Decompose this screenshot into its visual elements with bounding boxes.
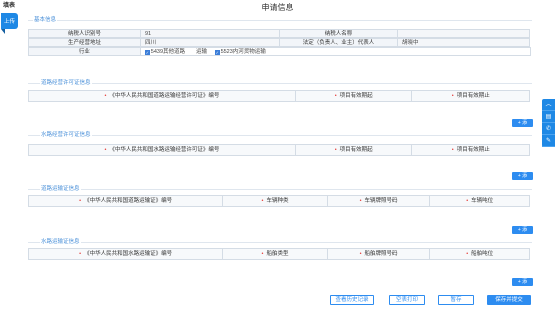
add-water-transport-button[interactable]: + 添 — [512, 278, 533, 286]
legal-rep-field[interactable]: 胡晓中 — [397, 38, 530, 47]
column-header: • 《中华人民共和国水路运输证》编号 — [29, 249, 224, 259]
document-icon[interactable]: ▤ — [542, 111, 555, 123]
section-divider — [28, 83, 532, 84]
save-draft-button[interactable]: 暂存 — [438, 295, 474, 305]
column-header: • 车辆吨位 — [466, 198, 494, 204]
road-transport-grid-header: • 《中华人民共和国道路运输证》编号 • 车辆种类 • 车辆牌照号码 • 车辆吨位 — [28, 195, 530, 207]
column-header: • 项目有效期止 — [451, 147, 490, 153]
column-header: • 项目有效期起 — [296, 91, 413, 101]
column-header: • 车辆牌照号码 — [328, 196, 431, 206]
section-title-water-transport: 水路运输证信息 — [40, 237, 81, 245]
taxpayer-name-field[interactable] — [397, 29, 530, 38]
water-transport-grid-header: • 《中华人民共和国水路运输证》编号 • 船舶类型 • 船舶牌照号码 • 船舶吨位 — [28, 248, 530, 260]
basic-row-2: 生产经营地址 四川 法定（负责人、业主）代表人 胡晓中 — [28, 38, 530, 47]
industry-label: 行业 — [28, 47, 141, 56]
column-header: • 《中华人民共和国道路运输证》编号 — [29, 196, 224, 206]
address-label: 生产经营地址 — [28, 38, 141, 47]
side-toolbar: ︿ ▤ ✆ ✎ — [542, 99, 555, 147]
add-road-transport-button[interactable]: + 添 — [512, 226, 533, 234]
section-divider — [28, 135, 532, 136]
column-header: • 项目有效期止 — [451, 93, 490, 99]
water-license-grid-header: • 《中华人民共和国水路运输经营许可证》编号 • 项目有效期起 • 项目有效期止 — [28, 144, 530, 156]
column-header: • 《中华人民共和国水路运输经营许可证》编号 — [29, 145, 296, 155]
section-title-road-license: 道路经营许可证信息 — [40, 78, 92, 86]
chevron-up-icon[interactable]: ︿ — [542, 99, 555, 111]
section-divider — [28, 20, 532, 21]
edit-icon[interactable]: ✎ — [542, 135, 555, 147]
legal-rep-label: 法定（负责人、业主）代表人 — [279, 38, 398, 47]
page-title: 申请信息 — [261, 3, 294, 12]
column-header: • 船舶吨位 — [466, 251, 494, 257]
address-field[interactable]: 四川 — [140, 38, 280, 47]
column-header: • 《中华人民共和国道路运输经营许可证》编号 — [29, 91, 296, 101]
upload-tab[interactable]: 上传 — [1, 13, 18, 34]
industry-option-label: 5523内河货物运输 — [220, 49, 266, 55]
industry-checkbox-1[interactable]: ✓ 5439其他道路 运输 — [144, 48, 208, 55]
column-header: • 船舶牌照号码 — [328, 249, 431, 259]
section-divider — [28, 189, 532, 190]
checkbox-checked-icon: ✓ — [214, 49, 220, 55]
section-divider — [28, 242, 532, 243]
phone-icon[interactable]: ✆ — [542, 123, 555, 135]
column-header: • 车辆种类 — [223, 196, 328, 206]
add-road-license-button[interactable]: + 添 — [512, 119, 533, 127]
checkbox-checked-icon: ✓ — [144, 49, 150, 55]
column-header: • 船舶类型 — [223, 249, 328, 259]
industry-option-label: 5439其他道路 运输 — [150, 49, 208, 55]
taxpayer-id-field[interactable]: 91 — [140, 29, 280, 38]
view-history-button[interactable]: 查看历史记录 — [330, 295, 374, 305]
section-title-road-transport: 道路运输证信息 — [40, 184, 81, 192]
blank-print-button[interactable]: 空表打印 — [389, 295, 425, 305]
column-header: • 项目有效期起 — [296, 145, 413, 155]
taxpayer-id-label: 纳税人识别号 — [28, 29, 141, 38]
taxpayer-name-label: 纳税人名称 — [279, 29, 398, 38]
section-title-basic: 基本信息 — [33, 15, 58, 23]
section-title-water-license: 水路经营许可证信息 — [40, 130, 92, 138]
industry-checkbox-2[interactable]: ✓ 5523内河货物运输 — [214, 48, 266, 55]
add-water-license-button[interactable]: + 添 — [512, 172, 533, 180]
basic-row-3: 行业 ✓ 5439其他道路 运输 ✓ 5523内河货物运输 — [28, 47, 531, 56]
industry-options: ✓ 5439其他道路 运输 ✓ 5523内河货物运输 — [139, 47, 531, 56]
basic-row-1: 纳税人识别号 91 纳税人名称 — [28, 29, 530, 38]
save-submit-button[interactable]: 保存并提交 — [487, 295, 531, 305]
road-license-grid-header: • 《中华人民共和国道路运输经营许可证》编号 • 项目有效期起 • 项目有效期止 — [28, 90, 530, 102]
